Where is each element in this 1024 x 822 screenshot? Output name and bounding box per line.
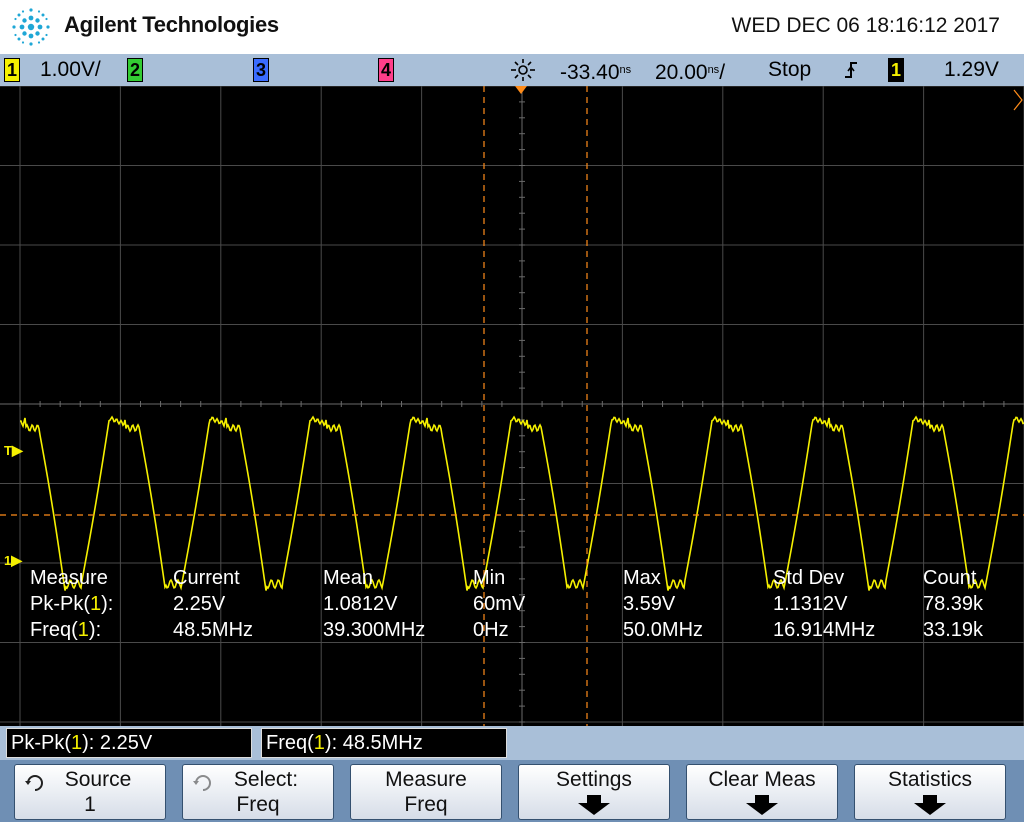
readout-pkpk[interactable]: Pk-Pk(1): 2.25V — [6, 728, 252, 758]
row-pkpk-std: 1.1312V — [773, 593, 848, 615]
clear-meas-softkey[interactable]: Clear Meas — [686, 764, 838, 820]
timebase-scale[interactable]: 20.00ns/ — [655, 57, 725, 86]
ch4-badge: 4 — [378, 58, 394, 82]
source-softkey[interactable]: Source 1 — [14, 764, 166, 820]
waveform-display[interactable]: T▶ 1▶ Measure Current Mean Min Max Std D… — [0, 86, 1024, 726]
row-freq-mean: 39.300MHz — [323, 619, 426, 641]
trigger-level-marker: T▶ — [4, 442, 23, 458]
row-pkpk-count: 78.39k — [923, 593, 984, 615]
row-pkpk-current: 2.25V — [173, 593, 226, 615]
row-pkpk-name: Pk-Pk(1): — [30, 593, 114, 615]
status-bar: 1 1.00V/ 2 3 4 -33.40ns 20.00ns/ Stop 1 … — [0, 54, 1024, 86]
ch2-badge: 2 — [127, 58, 143, 82]
ground-marker: 1▶ — [4, 552, 23, 568]
row-pkpk-mean: 1.0812V — [323, 593, 398, 615]
trigger-level: 1.29V — [944, 58, 999, 81]
row-pkpk-max: 3.59V — [623, 593, 676, 615]
header-max: Max — [623, 567, 661, 589]
header-min: Min — [473, 567, 506, 589]
readout-freq[interactable]: Freq(1): 48.5MHz — [261, 728, 507, 758]
header-count: Count — [923, 567, 977, 589]
header-current: Current — [173, 567, 240, 589]
row-freq-current: 48.5MHz — [173, 619, 254, 641]
measurement-readout-bar: Pk-Pk(1): 2.25V Freq(1): 48.5MHz — [0, 726, 1024, 760]
brand-name: Agilent Technologies — [64, 12, 279, 37]
row-pkpk-min: 60mV — [473, 593, 526, 615]
trigger-source-badge: 1 — [888, 58, 904, 82]
row-freq-std: 16.914MHz — [773, 619, 876, 641]
trigger-source-button[interactable]: 1 — [888, 57, 904, 83]
channel4-button[interactable]: 4 — [378, 57, 394, 83]
settings-softkey[interactable]: Settings — [518, 764, 670, 820]
softkey-bar: Source 1 Select: Freq Measure Freq Setti… — [0, 760, 1024, 822]
date-time: WED DEC 06 18:16:12 2017 — [731, 14, 1001, 37]
select-softkey[interactable]: Select: Freq — [182, 764, 334, 820]
scroll-right-icon — [1013, 89, 1023, 111]
row-freq-min: 0Hz — [473, 619, 509, 641]
run-state: Stop — [768, 58, 812, 81]
measure-softkey[interactable]: Measure Freq — [350, 764, 502, 820]
channel3-button[interactable]: 3 — [253, 57, 269, 83]
horizontal-delay[interactable]: -33.40ns — [560, 57, 631, 86]
row-freq-count: 33.19k — [923, 619, 984, 641]
agilent-spark-icon — [12, 8, 50, 46]
ch1-scale: 1.00V/ — [40, 58, 101, 81]
header-std-dev: Std Dev — [773, 567, 845, 589]
channel2-button[interactable]: 2 — [127, 57, 143, 83]
down-arrow-icon — [746, 795, 778, 815]
down-arrow-icon — [578, 795, 610, 815]
rising-edge-icon — [845, 62, 857, 78]
header-mean: Mean — [323, 567, 374, 589]
row-freq-name: Freq(1): — [30, 619, 102, 641]
ch3-badge: 3 — [253, 58, 269, 82]
row-freq-max: 50.0MHz — [623, 619, 704, 641]
down-arrow-icon — [914, 795, 946, 815]
header: Agilent Technologies WED DEC 06 18:16:12… — [0, 0, 1024, 54]
statistics-softkey[interactable]: Statistics — [854, 764, 1006, 820]
ch1-badge: 1 — [4, 58, 20, 82]
delay-sun-icon — [511, 59, 535, 81]
trigger-position-marker — [515, 86, 527, 94]
header-measure: Measure — [30, 567, 108, 589]
channel1-button[interactable]: 1 — [4, 57, 20, 83]
